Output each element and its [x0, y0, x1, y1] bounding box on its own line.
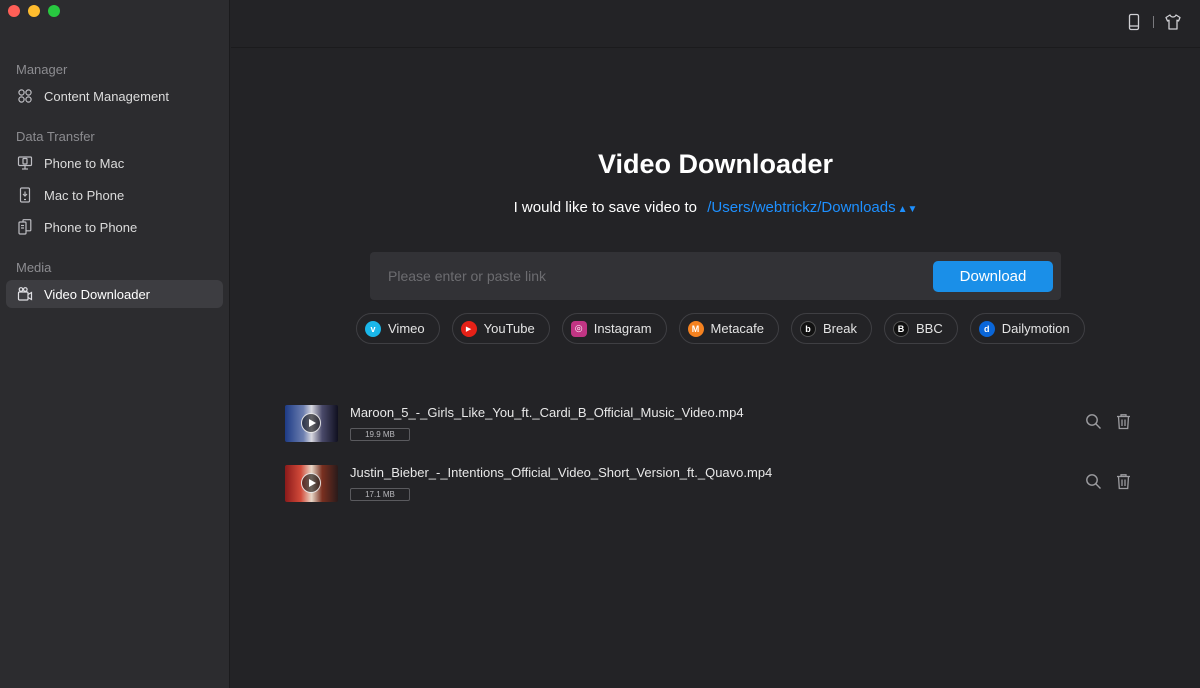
video-thumbnail[interactable]: [285, 405, 338, 442]
youtube-icon: ▶: [460, 320, 477, 337]
site-dailymotion[interactable]: d Dailymotion: [969, 313, 1085, 344]
phone-to-mac-icon: [16, 154, 34, 172]
toolbar-divider: [1153, 16, 1154, 28]
play-icon[interactable]: [301, 473, 321, 493]
file-size-badge: 17.1 MB: [350, 488, 410, 501]
bbc-icon: B: [892, 320, 909, 337]
video-camera-icon: [16, 285, 34, 303]
site-instagram[interactable]: ◎ Instagram: [561, 313, 667, 344]
device-icon[interactable]: [1125, 13, 1143, 31]
phone-to-phone-icon: [16, 218, 34, 236]
section-title-data-transfer: Data Transfer: [16, 129, 95, 144]
sidebar: Manager Content Management Data Transfer…: [0, 0, 230, 688]
save-location-label: I would like to save video to: [513, 199, 698, 216]
trash-icon[interactable]: [1115, 413, 1132, 430]
page-title: Video Downloader: [597, 149, 834, 179]
video-thumbnail[interactable]: [285, 465, 338, 502]
site-label: Instagram: [593, 321, 652, 336]
downloaded-videos-list: Maroon_5_-_Girls_Like_You_ft._Cardi_B_Of…: [285, 405, 1135, 525]
section-title-manager: Manager: [16, 62, 68, 77]
tshirt-icon[interactable]: [1164, 13, 1182, 31]
site-label: Metacafe: [710, 321, 765, 336]
link-bar: Download: [370, 252, 1061, 300]
site-label: Vimeo: [388, 321, 425, 336]
sidebar-item-content-management[interactable]: Content Management: [6, 82, 223, 110]
trash-icon[interactable]: [1115, 473, 1132, 490]
site-label: Break: [823, 321, 857, 336]
updown-arrows-icon[interactable]: ▲▼: [898, 204, 918, 215]
site-label: BBC: [915, 321, 943, 336]
site-label: YouTube: [483, 321, 535, 336]
grid-icon: [16, 87, 34, 105]
site-break[interactable]: b Break: [791, 313, 872, 344]
site-bbc[interactable]: B BBC: [883, 313, 958, 344]
sidebar-item-label: Phone to Phone: [44, 219, 138, 235]
list-item[interactable]: Maroon_5_-_Girls_Like_You_ft._Cardi_B_Of…: [285, 405, 1135, 465]
play-icon[interactable]: [301, 413, 321, 433]
sidebar-item-phone-to-mac[interactable]: Phone to Mac: [6, 149, 223, 177]
main-panel: Video Downloader I would like to save vi…: [231, 49, 1200, 688]
close-window-button[interactable]: [8, 5, 20, 17]
sidebar-item-video-downloader[interactable]: Video Downloader: [6, 280, 223, 308]
top-bar: [231, 0, 1200, 48]
sidebar-item-label: Video Downloader: [44, 286, 150, 302]
video-filename: Maroon_5_-_Girls_Like_You_ft._Cardi_B_Of…: [350, 405, 744, 420]
list-item[interactable]: Justin_Bieber_-_Intentions_Official_Vide…: [285, 465, 1135, 525]
sidebar-item-label: Content Management: [44, 88, 170, 104]
supported-sites: v Vimeo ▶ YouTube ◎ Instagram M Metacafe…: [356, 313, 1085, 344]
link-input[interactable]: [388, 264, 908, 288]
maximize-window-button[interactable]: [48, 5, 60, 17]
sidebar-item-mac-to-phone[interactable]: Mac to Phone: [6, 181, 223, 209]
search-icon[interactable]: [1085, 413, 1102, 430]
dailymotion-icon: d: [978, 320, 995, 337]
save-path-selector[interactable]: /Users/webtrickz/Downloads: [707, 199, 895, 216]
instagram-icon: ◎: [570, 320, 587, 337]
sidebar-item-phone-to-phone[interactable]: Phone to Phone: [6, 213, 223, 241]
window-controls: [8, 5, 60, 17]
break-icon: b: [800, 320, 817, 337]
search-icon[interactable]: [1085, 473, 1102, 490]
save-location-line: I would like to save video to /Users/web…: [231, 199, 1200, 216]
metacafe-icon: M: [687, 320, 704, 337]
site-youtube[interactable]: ▶ YouTube: [451, 313, 550, 344]
minimize-window-button[interactable]: [28, 5, 40, 17]
video-filename: Justin_Bieber_-_Intentions_Official_Vide…: [350, 465, 773, 480]
file-size-badge: 19.9 MB: [350, 428, 410, 441]
site-label: Dailymotion: [1001, 321, 1070, 336]
sidebar-item-label: Phone to Mac: [44, 155, 125, 171]
site-metacafe[interactable]: M Metacafe: [678, 313, 780, 344]
section-title-media: Media: [16, 260, 52, 275]
mac-to-phone-icon: [16, 186, 34, 204]
sidebar-item-label: Mac to Phone: [44, 187, 125, 203]
site-vimeo[interactable]: v Vimeo: [356, 313, 440, 344]
download-button[interactable]: Download: [933, 261, 1053, 292]
vimeo-icon: v: [365, 320, 381, 337]
